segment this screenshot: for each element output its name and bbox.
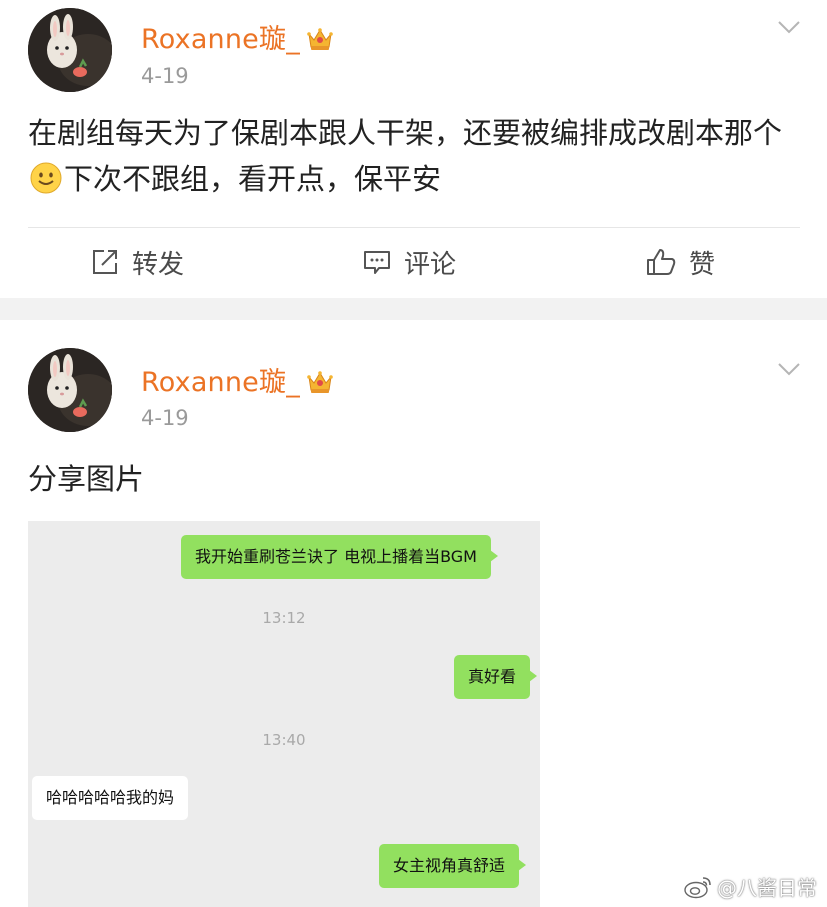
post-separator [0,298,827,320]
repost-icon [93,250,117,274]
watermark: @八酱日常 [683,872,817,901]
avatar-image [28,348,112,432]
comment-button[interactable]: 评论 [362,242,456,282]
post-date: 4-19 [141,406,189,430]
chevron-down-icon[interactable] [777,362,801,376]
chat-bubble-sent: 真好看 [454,655,538,699]
avatar-image [28,8,112,92]
repost-label: 转发 [132,249,185,280]
username-text: Roxanne璇_ [141,367,300,398]
chat-bubble-sent: 女主视角真舒适 [379,844,527,888]
avatar[interactable] [28,348,112,432]
post-text: 分享图片 [28,462,145,496]
chat-timestamp: 13:12 [262,609,306,627]
post-text: 在剧组每天为了保剧本跟人干架，还要被编排成改剧本那个 下次不跟组，看开点，保平安 [28,110,797,207]
username[interactable]: Roxanne璇_ [141,17,334,59]
repost-button[interactable]: 转发 [90,242,184,282]
thumbs-up-icon [647,249,676,275]
watermark-text: @八酱日常 [717,876,817,900]
comment-icon [364,251,390,274]
chevron-down-icon[interactable] [777,20,801,34]
crown-badge-icon [306,26,334,59]
post-card: Roxanne璇_ 4-19 分享图片 我开始重刷苍兰诀了 电视上播着当BGM … [0,320,827,907]
like-button[interactable]: 赞 [645,242,715,282]
username[interactable]: Roxanne璇_ [141,360,334,402]
feed: Roxanne璇_ 4-19 在剧组每天为了保剧本跟人干架，还要被编排成改剧本那… [0,0,827,907]
chat-timestamp: 13:40 [262,731,306,749]
shared-image[interactable]: 我开始重刷苍兰诀了 电视上播着当BGM 13:12 真好看 13:40 哈哈哈哈… [28,521,540,907]
like-label: 赞 [689,249,716,280]
smile-emoji-icon [30,161,62,207]
post-text-part1: 在剧组每天为了保剧本跟人干架，还要被编排成改剧本那个 [28,116,783,150]
crown-badge-icon [306,369,334,402]
post-date: 4-19 [141,64,189,88]
comment-label: 评论 [404,249,457,280]
divider [28,227,800,228]
chat-bubble-received: 哈哈哈哈哈我的妈 [32,776,189,820]
avatar[interactable] [28,8,112,92]
chat-bubble-sent: 我开始重刷苍兰诀了 电视上播着当BGM [181,535,498,579]
username-text: Roxanne璇_ [141,24,300,55]
action-bar: 转发 评论 赞 [0,232,827,292]
weibo-icon [684,876,711,898]
post-card: Roxanne璇_ 4-19 在剧组每天为了保剧本跟人干架，还要被编排成改剧本那… [0,0,827,298]
post-text-part2: 下次不跟组，看开点，保平安 [64,162,442,196]
